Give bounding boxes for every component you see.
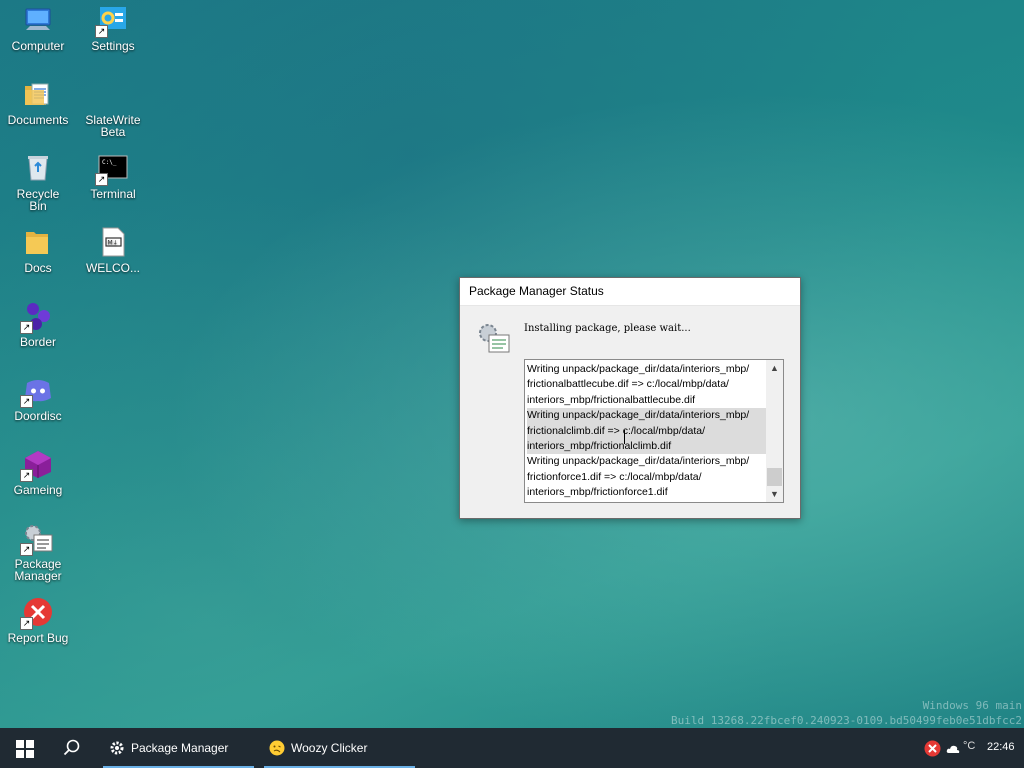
folder-icon <box>22 226 54 258</box>
shortcut-arrow-icon: ↗ <box>20 395 33 408</box>
desktop-icon-label: WELCO... <box>85 261 140 275</box>
shortcut-arrow-icon: ↗ <box>95 173 108 186</box>
error-tray-icon[interactable] <box>924 740 941 757</box>
desktop-icon-label: Border <box>19 335 57 349</box>
desktop-icon-documents[interactable]: Documents <box>0 78 76 126</box>
log-line: interiors_mbp/frictionforce1.dif <box>527 486 668 499</box>
log-scrollbar[interactable]: ▲ ▼ <box>766 360 783 502</box>
desktop-icon-border[interactable]: ↗ Border <box>0 300 76 348</box>
desktop-icon-package-manager[interactable]: ↗ Package Manager <box>0 522 76 582</box>
desktop-icon-label: Terminal <box>90 187 136 201</box>
taskbar-app-woozy-clicker[interactable]: Woozy Clicker <box>264 728 415 768</box>
gear-icon <box>110 741 124 755</box>
weather-temperature[interactable]: °C <box>963 740 975 752</box>
desktop-icon-terminal[interactable]: C:\_ ↗ Terminal <box>75 152 151 200</box>
desktop-icon-settings[interactable]: ↗ Settings <box>75 4 151 52</box>
computer-icon <box>22 4 54 36</box>
desktop-icon-label: Package Manager <box>14 557 62 583</box>
documents-folder-icon <box>22 78 54 110</box>
desktop-icon-computer[interactable]: Computer <box>0 4 76 52</box>
desktop-icon-report-bug[interactable]: ↗ Report Bug <box>0 596 76 644</box>
border-icon: ↗ <box>20 300 54 334</box>
desktop-icon-recycle-bin[interactable]: Recycle Bin <box>0 152 76 212</box>
scroll-thumb[interactable] <box>767 468 782 486</box>
doordisc-icon: ↗ <box>20 374 54 408</box>
recycle-bin-icon <box>22 152 54 184</box>
weather-cloud-icon[interactable] <box>946 742 960 754</box>
log-line: frictionalbattlecube.dif => c:/local/mbp… <box>527 378 729 391</box>
desktop-icon-label: Gameing <box>13 483 63 497</box>
shortcut-arrow-icon: ↗ <box>20 321 33 334</box>
shortcut-arrow-icon: ↗ <box>20 543 33 556</box>
install-log[interactable]: Writing unpack/package_dir/data/interior… <box>524 359 784 503</box>
desktop-icon-label: Docs <box>24 261 52 275</box>
desktop-icon-label: SlateWrite Beta <box>85 113 141 139</box>
watermark-build: Build 13268.22fbcef0.240923-0109.bd50499… <box>671 714 1022 727</box>
package-manager-icon <box>477 321 511 355</box>
desktop-icon-gameing[interactable]: ↗ Gameing <box>0 448 76 496</box>
terminal-icon: C:\_ ↗ <box>95 152 129 186</box>
log-line: Writing unpack/package_dir/data/interior… <box>527 363 750 375</box>
log-line: frictionalclimb.dif => c:/local/mbp/data… <box>527 423 767 440</box>
log-line: frictionforce1.dif => c:/local/mbp/data/ <box>527 470 702 483</box>
search-button[interactable] <box>63 739 81 757</box>
shortcut-arrow-icon: ↗ <box>95 25 108 38</box>
desktop-icon-label: Report Bug <box>7 631 69 645</box>
log-line: interiors_mbp/frictionalclimb.dif <box>527 439 767 455</box>
start-button[interactable] <box>16 740 34 758</box>
shortcut-arrow-icon: ↗ <box>20 469 33 482</box>
taskbar-app-label: Package Manager <box>131 741 229 755</box>
desktop-icon-label: Settings <box>91 39 135 53</box>
package-manager-icon: ↗ <box>20 522 54 556</box>
log-lines: Writing unpack/package_dir/data/interior… <box>525 360 767 501</box>
woozy-face-icon <box>269 740 285 756</box>
windows-logo-icon <box>16 740 34 758</box>
scroll-up-icon[interactable]: ▲ <box>766 360 783 376</box>
desktop-icon-welcome[interactable]: M↓ WELCO... <box>75 226 151 274</box>
search-icon <box>63 739 80 756</box>
taskbar-app-label: Woozy Clicker <box>291 741 368 755</box>
scroll-down-icon[interactable]: ▼ <box>766 486 783 502</box>
desktop-icon-slatewrite[interactable]: SlateWrite Beta <box>75 78 151 138</box>
markdown-file-icon: M↓ <box>97 226 129 258</box>
text-cursor-icon <box>624 430 627 444</box>
svg-text:C:\_: C:\_ <box>102 159 117 166</box>
desktop-icon-label: Computer <box>11 39 65 53</box>
shortcut-arrow-icon: ↗ <box>20 617 33 630</box>
desktop-icon-doordisc[interactable]: ↗ Doordisc <box>0 374 76 422</box>
taskbar-app-package-manager[interactable]: Package Manager <box>103 728 254 768</box>
settings-icon: ↗ <box>95 4 129 38</box>
desktop-icon-label: Documents <box>7 113 69 127</box>
log-line: interiors_mbp/frictionalbattlecube.dif <box>527 393 696 406</box>
dialog-title[interactable]: Package Manager Status <box>460 278 800 306</box>
log-line: Writing unpack/package_dir/data/interior… <box>527 455 750 468</box>
status-message: Installing package, please wait... <box>524 323 691 334</box>
taskbar: Package Manager Woozy Clicker <box>0 728 1024 768</box>
log-line: Writing unpack/package_dir/data/interior… <box>527 408 767 424</box>
build-watermark: Windows 96 main Build 13268.22fbcef0.240… <box>671 698 1022 728</box>
report-bug-icon: ↗ <box>20 596 54 630</box>
desktop-icon-docs[interactable]: Docs <box>0 226 76 274</box>
gameing-cube-icon: ↗ <box>20 448 54 482</box>
desktop-icon-label: Doordisc <box>14 409 62 423</box>
package-manager-status-dialog: Package Manager Status Installing packag… <box>459 277 801 519</box>
svg-text:M↓: M↓ <box>108 240 118 247</box>
clock[interactable]: 22:46 <box>987 741 1015 753</box>
watermark-os-name: Windows 96 main <box>922 699 1022 712</box>
desktop-icon-label: Recycle Bin <box>16 187 60 213</box>
slatewrite-icon <box>97 78 129 110</box>
